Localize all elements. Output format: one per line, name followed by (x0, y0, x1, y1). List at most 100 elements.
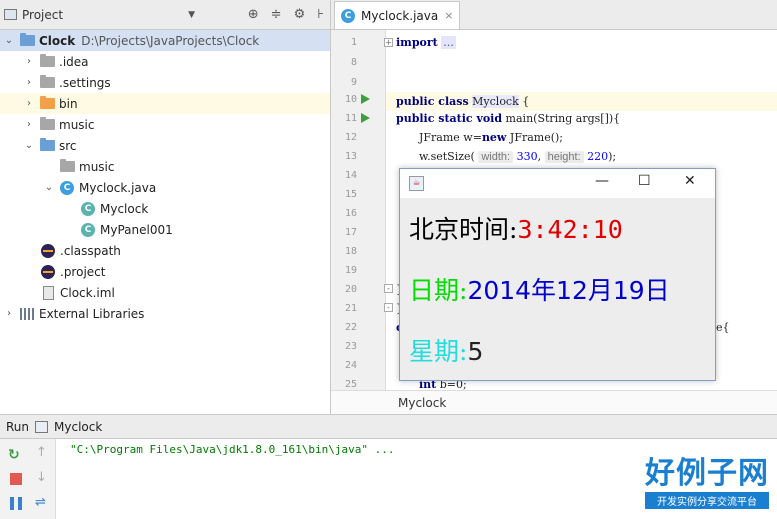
chevron-right-icon[interactable]: › (23, 98, 35, 109)
tree-item-clock[interactable]: ⌄ Clock D:\Projects\JavaProjects\Clock (0, 30, 330, 51)
pause-icon[interactable] (10, 497, 22, 510)
line-number: 24 (344, 360, 357, 371)
tree-item-project[interactable]: .project (0, 261, 330, 282)
gear-icon[interactable]: ⚙ (294, 7, 306, 22)
close-button[interactable]: ✕ (684, 173, 696, 189)
arrow-down-icon[interactable]: ↓ (36, 470, 50, 485)
code-text: JFrame w= (419, 131, 482, 144)
tree-item-label: MyPanel001 (100, 222, 173, 237)
tree-item-idea[interactable]: › .idea (0, 51, 330, 72)
chevron-right-icon[interactable]: › (3, 308, 15, 319)
folder-icon (39, 54, 55, 69)
collapse-all-icon[interactable]: ≑ (271, 7, 282, 22)
line-number: 9 (350, 77, 357, 88)
code-line-11: public static void main(String args[]){ (396, 112, 620, 125)
tree-item-music[interactable]: › music (0, 114, 330, 135)
hide-panel-icon[interactable]: ⊦ (317, 7, 324, 22)
soft-wrap-icon[interactable]: ⇌ (35, 495, 49, 510)
code-text: e{ (716, 321, 730, 334)
tree-item-myclock-java[interactable]: ⌄ C Myclock.java (0, 177, 330, 198)
fold-icon[interactable]: - (384, 284, 393, 293)
run-toolbar: ↻ ↑ ↓ ⇌ (0, 439, 56, 519)
fold-icon[interactable]: + (384, 38, 393, 47)
tab-label: Myclock.java (361, 8, 439, 23)
code-text: w.setSize( (419, 150, 475, 163)
folded-imports[interactable]: ... (441, 36, 456, 49)
iml-file-icon (40, 285, 56, 300)
project-panel: Project ▼ ⊕ ≑ ⚙ ⊦ ⌄ Clock D:\Projects\Ja… (0, 0, 331, 414)
minimize-button[interactable]: — (595, 173, 609, 189)
eclipse-file-icon (40, 264, 56, 279)
tab-myclock-java[interactable]: C Myclock.java × (334, 1, 461, 29)
run-config-icon (35, 420, 49, 433)
chevron-down-icon[interactable]: ⌄ (3, 35, 15, 46)
week-line: 星期:5 (409, 332, 483, 368)
tree-item-label: bin (59, 96, 78, 111)
run-header: Run Myclock (0, 415, 777, 439)
tree-item-label: Myclock (100, 201, 149, 216)
close-icon[interactable]: × (444, 9, 453, 22)
tree-item-bin[interactable]: › bin (0, 93, 330, 114)
folder-icon (39, 75, 55, 90)
run-icon[interactable] (361, 113, 370, 123)
tree-item-label: music (59, 117, 95, 132)
java-file-icon: C (341, 8, 355, 23)
line-number: 8 (350, 57, 357, 68)
code-line-13: w.setSize( width: 330, height: 220); (419, 150, 617, 163)
folder-icon (39, 117, 55, 132)
run-icon[interactable] (361, 94, 370, 104)
run-panel: Run Myclock ↻ ↑ ↓ ⇌ "C:\Program Files\Ja… (0, 414, 777, 519)
code-text: { (518, 95, 530, 108)
keyword: public static void (396, 112, 503, 125)
tree-item-mypanel001[interactable]: C MyPanel001 (0, 219, 330, 240)
tree-item-label: .settings (59, 75, 111, 90)
rerun-icon[interactable]: ↻ (8, 447, 22, 463)
line-number: 23 (344, 341, 357, 352)
breadcrumb[interactable]: Myclock (331, 390, 777, 414)
week-value: 5 (467, 337, 484, 366)
source-folder-icon (39, 138, 55, 153)
chevron-right-icon[interactable]: › (23, 119, 35, 130)
line-number: 22 (344, 322, 357, 333)
window-titlebar[interactable]: ☕ — ☐ ✕ (400, 169, 715, 198)
tree-item-classpath[interactable]: .classpath (0, 240, 330, 261)
editor-gutter: 1 8 9 10 11 12 13 14 15 16 17 18 19 20 2… (331, 30, 386, 390)
project-view-title[interactable]: Project (22, 8, 63, 22)
run-title[interactable]: Run (6, 420, 29, 434)
module-folder-icon (19, 33, 35, 48)
time-line: 北京时间:3:42:10 (409, 210, 623, 246)
fold-icon[interactable]: - (384, 303, 393, 312)
line-number: 19 (344, 265, 357, 276)
console-output[interactable]: "C:\Program Files\Java\jdk1.8.0_161\bin\… (70, 443, 395, 456)
project-tree: ⌄ Clock D:\Projects\JavaProjects\Clock ›… (0, 30, 330, 324)
chevron-right-icon[interactable]: › (23, 77, 35, 88)
logo-title: 好例子网 (645, 456, 769, 491)
chevron-right-icon[interactable]: › (23, 56, 35, 67)
run-config-label[interactable]: Myclock (54, 420, 102, 434)
tree-item-external-libraries[interactable]: › External Libraries (0, 303, 330, 324)
chevron-down-icon[interactable]: ▼ (188, 10, 195, 20)
arrow-up-icon[interactable]: ↑ (36, 445, 50, 460)
java-app-icon: ☕ (409, 176, 424, 191)
tree-item-src[interactable]: ⌄ src (0, 135, 330, 156)
tree-item-src-music[interactable]: music (0, 156, 330, 177)
line-number: 1 (350, 37, 357, 48)
tree-item-clock-iml[interactable]: Clock.iml (0, 282, 330, 303)
libraries-icon (19, 307, 35, 321)
line-number: 20 (344, 284, 357, 295)
code-line-12: JFrame w=new JFrame(); (419, 131, 563, 144)
locate-icon[interactable]: ⊕ (248, 7, 259, 22)
java-file-icon: C (59, 180, 75, 195)
number-literal: 330 (516, 150, 538, 163)
tree-item-label: External Libraries (39, 306, 145, 321)
tree-item-myclock-class[interactable]: C Myclock (0, 198, 330, 219)
chevron-down-icon[interactable]: ⌄ (43, 182, 55, 193)
maximize-button[interactable]: ☐ (638, 173, 651, 189)
line-number: 18 (344, 246, 357, 257)
chevron-down-icon[interactable]: ⌄ (23, 140, 35, 151)
code-text: ); (608, 150, 617, 163)
stop-icon[interactable] (10, 473, 22, 485)
time-value: 3:42:10 (517, 215, 623, 244)
eclipse-file-icon (40, 243, 56, 258)
tree-item-settings[interactable]: › .settings (0, 72, 330, 93)
